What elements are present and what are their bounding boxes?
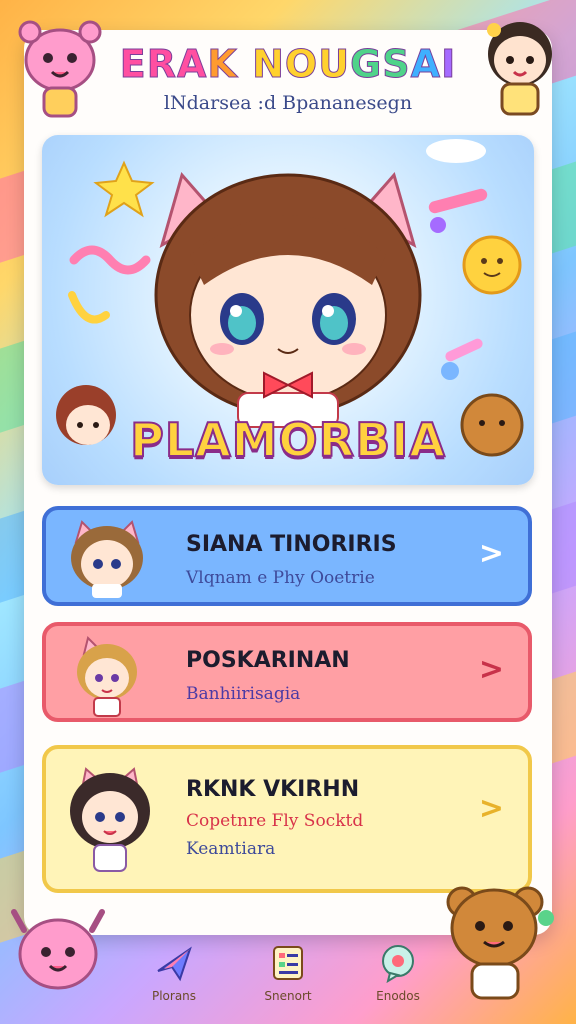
nav-label: Snenort bbox=[264, 989, 312, 1003]
character-thumbnail-icon bbox=[77, 636, 137, 717]
chevron-right-icon: > bbox=[478, 652, 504, 687]
menu-item-title: RKNK VKIRHN bbox=[186, 777, 360, 802]
menu-item-title: POSKARINAN bbox=[186, 648, 350, 673]
nav-item-enodos[interactable]: Enodos bbox=[348, 943, 448, 1003]
menu-item-3[interactable]: RKNK VKIRHN Copetnre Fly Socktd Keamtiar… bbox=[42, 745, 532, 893]
hero-character-name: PLAMORBIA bbox=[129, 412, 446, 468]
hero-banner[interactable]: PLAMORBIA bbox=[42, 135, 534, 485]
menu-item-title: SIANA TINORIRIS bbox=[186, 532, 397, 557]
nav-item-snenort[interactable]: Snenort bbox=[238, 943, 338, 1003]
paper-plane-icon bbox=[157, 946, 192, 982]
menu-item-subtitle: Vlqnam e Phy Ooetrie bbox=[186, 568, 375, 588]
speech-bubble-icon bbox=[382, 945, 414, 984]
chevron-right-icon: > bbox=[478, 791, 504, 826]
menu-item-subtitle: Copetnre Fly Socktd bbox=[186, 811, 364, 831]
bottom-navigation: Plorans Snenort Enodos bbox=[0, 935, 576, 1024]
notepad-icon bbox=[273, 946, 303, 980]
nav-label: Plorans bbox=[151, 989, 197, 1003]
nav-item-plorans[interactable]: Plorans bbox=[124, 943, 224, 1003]
chevron-right-icon: > bbox=[478, 536, 504, 571]
character-thumbnail-icon bbox=[71, 520, 143, 598]
menu-item-2[interactable]: POSKARINAN Banhiirisagia > bbox=[42, 622, 532, 722]
nav-label: Enodos bbox=[376, 989, 420, 1003]
menu-item-subtitle: Banhiirisagia bbox=[186, 684, 301, 704]
menu-item-1[interactable]: SIANA TINORIRIS Vlqnam e Phy Ooetrie > bbox=[42, 506, 532, 606]
app-title: ERAK NOUGSAI bbox=[119, 42, 457, 87]
menu-item-subtitle-secondary: Keamtiara bbox=[186, 839, 276, 859]
character-thumbnail-icon bbox=[70, 767, 150, 872]
app-subtitle: lNdarsea :d Bpananesegn bbox=[163, 92, 413, 114]
